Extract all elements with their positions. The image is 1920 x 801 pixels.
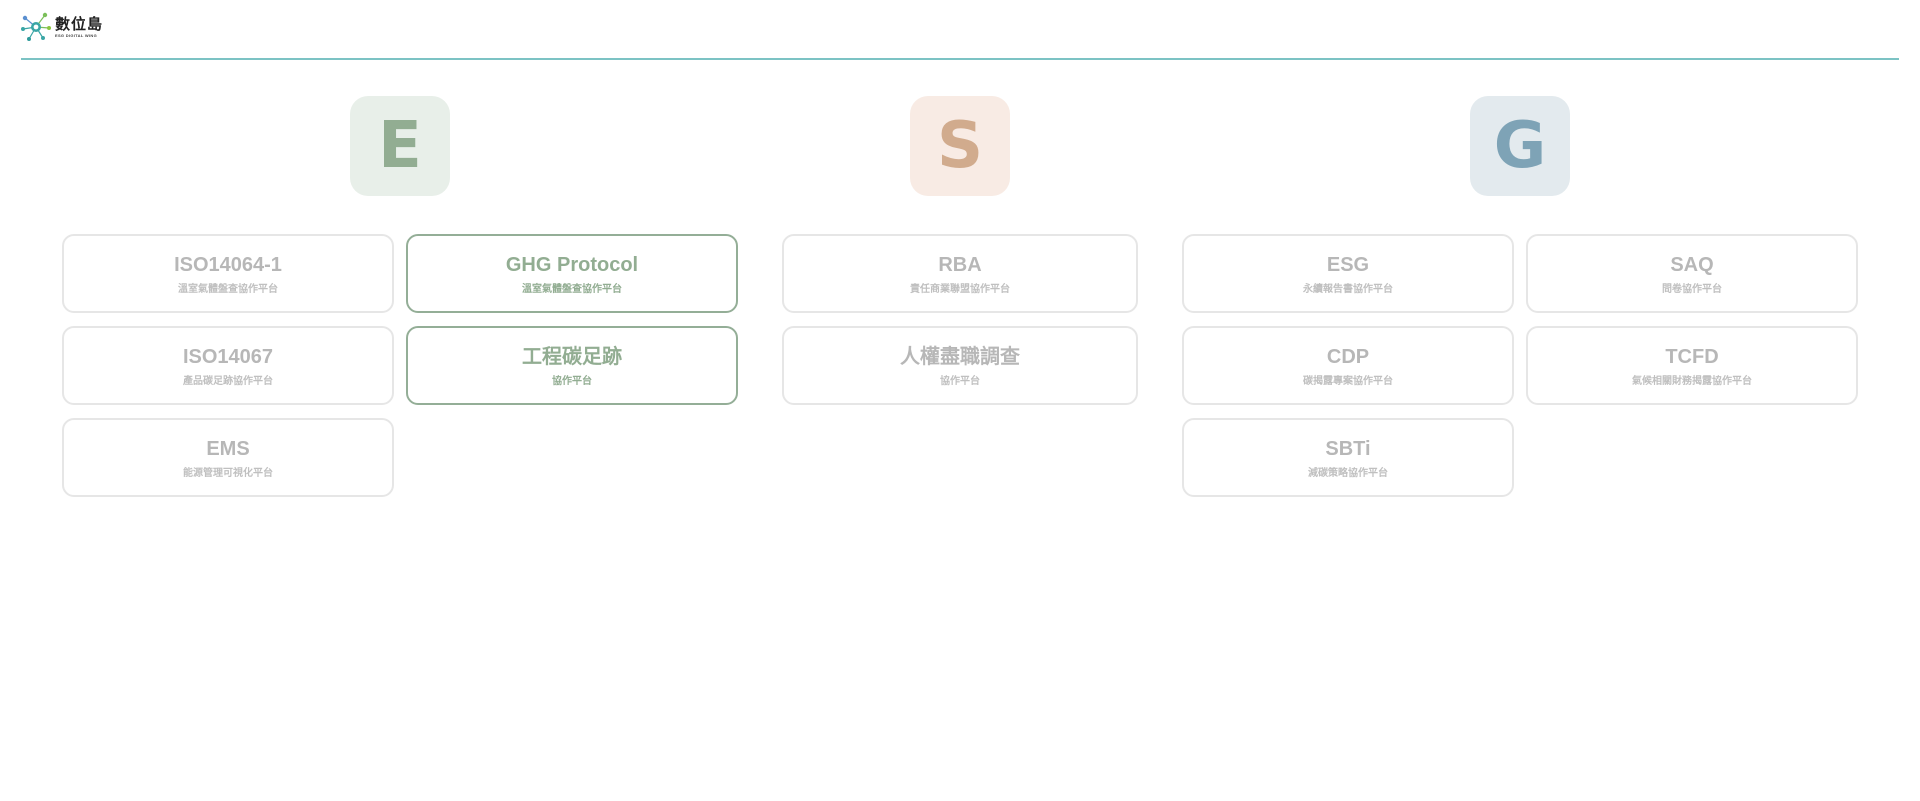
network-logo-icon bbox=[21, 12, 51, 41]
card-engineering-carbon-footprint[interactable]: 工程碳足跡 協作平台 bbox=[406, 326, 738, 405]
card-subtitle: 問卷協作平台 bbox=[1662, 283, 1722, 295]
card-iso14064[interactable]: ISO14064-1 溫室氣體盤查協作平台 bbox=[62, 234, 394, 313]
card-subtitle: 協作平台 bbox=[940, 375, 980, 387]
card-title: EMS bbox=[206, 437, 250, 460]
card-title: ISO14067 bbox=[182, 345, 274, 368]
card-saq[interactable]: SAQ 問卷協作平台 bbox=[1526, 234, 1858, 313]
logo[interactable]: 數位島 ESG DIGITAL WING bbox=[21, 12, 103, 42]
card-title: ISO14064-1 bbox=[174, 253, 282, 276]
category-social-badge: S bbox=[910, 96, 1010, 196]
card-tcfd[interactable]: TCFD 氣候相關財務揭露協作平台 bbox=[1526, 326, 1858, 405]
card-iso14067[interactable]: ISO14067 產品碳足跡協作平台 bbox=[62, 326, 394, 405]
card-subtitle: 溫室氣體盤查協作平台 bbox=[522, 283, 622, 295]
card-subtitle: 減碳策略協作平台 bbox=[1308, 467, 1388, 479]
card-title: SAQ bbox=[1670, 253, 1714, 276]
card-subtitle: 產品碳足跡協作平台 bbox=[183, 375, 273, 387]
card-title: TCFD bbox=[1665, 345, 1719, 368]
card-title: ESG bbox=[1326, 253, 1370, 276]
card-ghg-protocol[interactable]: GHG Protocol 溫室氣體盤查協作平台 bbox=[406, 234, 738, 313]
card-ems[interactable]: EMS 能源管理可視化平台 bbox=[62, 418, 394, 497]
card-sbti[interactable]: SBTi 減碳策略協作平台 bbox=[1182, 418, 1514, 497]
card-title: 人權盡職調查 bbox=[900, 345, 1020, 368]
logo-subtitle: ESG DIGITAL WING bbox=[55, 32, 97, 38]
card-title: SBTi bbox=[1325, 437, 1371, 460]
card-subtitle: 責任商業聯盟協作平台 bbox=[910, 283, 1010, 295]
card-rba[interactable]: RBA 責任商業聯盟協作平台 bbox=[782, 234, 1138, 313]
category-environment-badge: E bbox=[350, 96, 450, 196]
header: 數位島 ESG DIGITAL WING bbox=[21, 0, 1899, 60]
logo-name: 數位島 bbox=[55, 14, 104, 33]
card-title: GHG Protocol bbox=[505, 253, 639, 276]
card-subtitle: 碳揭露專案協作平台 bbox=[1303, 375, 1393, 387]
card-esg[interactable]: ESG 永續報告書協作平台 bbox=[1182, 234, 1514, 313]
card-title: CDP bbox=[1326, 345, 1370, 368]
card-cdp[interactable]: CDP 碳揭露專案協作平台 bbox=[1182, 326, 1514, 405]
card-subtitle: 協作平台 bbox=[552, 375, 592, 387]
card-title: 工程碳足跡 bbox=[522, 345, 622, 368]
card-subtitle: 永續報告書協作平台 bbox=[1303, 283, 1393, 295]
card-subtitle: 溫室氣體盤查協作平台 bbox=[178, 283, 278, 295]
category-governance-badge: G bbox=[1470, 96, 1570, 196]
card-title: RBA bbox=[938, 253, 982, 276]
card-subtitle: 能源管理可視化平台 bbox=[183, 467, 273, 479]
card-subtitle: 氣候相關財務揭露協作平台 bbox=[1632, 375, 1752, 387]
card-human-rights[interactable]: 人權盡職調查 協作平台 bbox=[782, 326, 1138, 405]
